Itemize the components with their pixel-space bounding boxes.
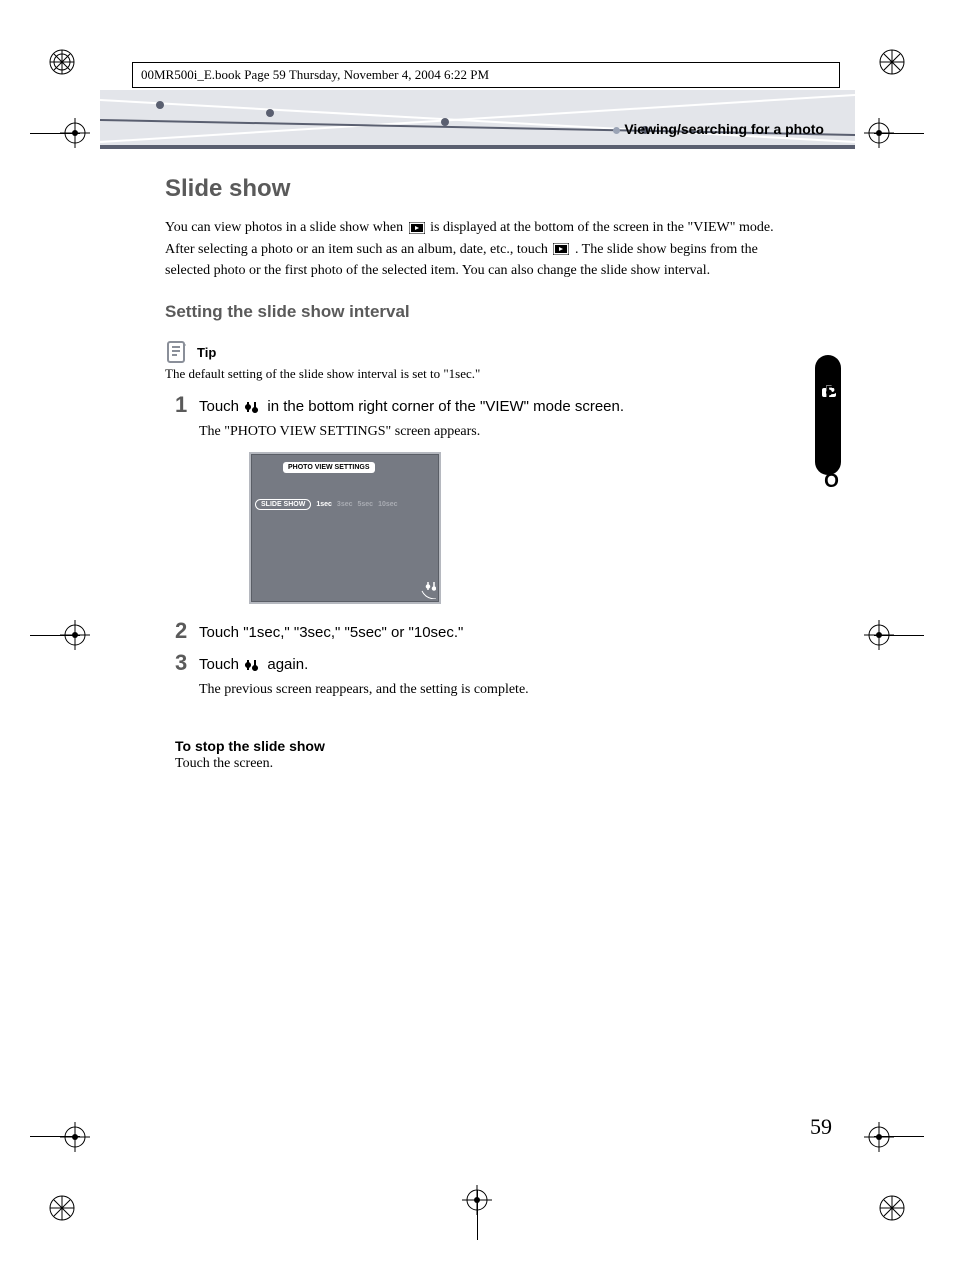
crosshair-icon <box>60 1122 90 1152</box>
step-3: 3 Touch again. The previous screen reapp… <box>165 654 805 700</box>
trim-line <box>30 635 80 636</box>
tip-text: The default setting of the slide show in… <box>165 366 805 382</box>
step-number: 3 <box>175 650 187 676</box>
register-mark-icon <box>878 48 906 76</box>
trim-line <box>30 1136 80 1137</box>
register-mark-icon <box>48 1194 76 1222</box>
trim-line <box>874 635 924 636</box>
trim-line <box>477 1190 478 1240</box>
tool-icon <box>245 400 261 414</box>
stop-body: Touch the screen. <box>175 756 805 772</box>
trim-line <box>874 1136 924 1137</box>
tool-icon <box>416 581 436 599</box>
stop-heading: To stop the slide show <box>175 738 805 754</box>
step-number: 2 <box>175 618 187 644</box>
register-mark-icon <box>48 48 76 76</box>
settings-screen-title: PHOTO VIEW SETTINGS <box>283 462 375 473</box>
interval-option: 5sec <box>358 501 374 508</box>
trim-line <box>874 133 924 134</box>
tool-icon <box>245 658 261 672</box>
side-tab-label: PHOTO <box>820 383 842 493</box>
page-number: 59 <box>810 1114 832 1140</box>
page-title: Slide show <box>165 175 805 203</box>
step-2: 2 Touch "1sec," "3sec," "5sec" or "10sec… <box>165 622 805 645</box>
intro-paragraph: You can view photos in a slide show when… <box>165 217 805 282</box>
section-breadcrumb: Viewing/searching for a photo <box>613 121 824 137</box>
play-box-icon <box>553 243 569 255</box>
tip-label: Tip <box>197 345 216 360</box>
interval-option: 10sec <box>378 501 397 508</box>
step-1: 1 Touch in the bottom right corner of th… <box>165 396 805 604</box>
page-header-frame: 00MR500i_E.book Page 59 Thursday, Novemb… <box>132 62 840 88</box>
settings-row-label: SLIDE SHOW <box>255 499 311 510</box>
trim-line <box>30 133 80 134</box>
register-mark-icon <box>878 1194 906 1222</box>
tip-icon <box>165 340 189 364</box>
interval-option: 3sec <box>337 501 353 508</box>
crosshair-icon <box>864 1122 894 1152</box>
settings-screen-illustration: PHOTO VIEW SETTINGS SLIDE SHOW 1sec 3sec… <box>249 452 441 604</box>
step-number: 1 <box>175 392 187 418</box>
play-box-icon <box>409 222 425 234</box>
section-subtitle: Setting the slide show interval <box>165 302 805 322</box>
interval-option: 1sec <box>316 501 332 508</box>
